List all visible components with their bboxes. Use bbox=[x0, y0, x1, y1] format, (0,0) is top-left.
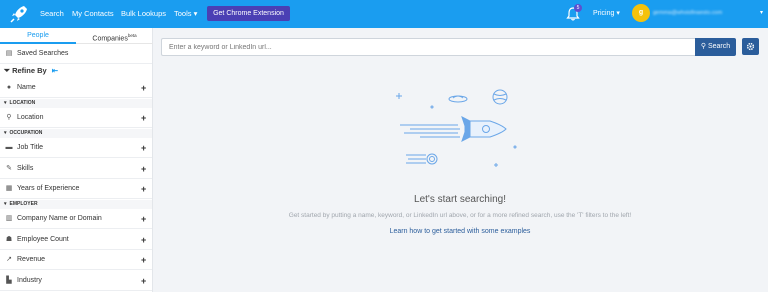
building-icon: ▥ bbox=[5, 215, 13, 222]
search-button-label: Search bbox=[707, 43, 731, 50]
filter-icon: ⏷ bbox=[4, 66, 10, 75]
chevron-down-icon: ▾ bbox=[616, 10, 620, 17]
add-icon[interactable]: + bbox=[141, 250, 146, 270]
add-icon[interactable]: + bbox=[141, 209, 146, 229]
section-employer: ▾ EMPLOYER bbox=[0, 200, 152, 209]
filter-revenue-label: Revenue bbox=[17, 256, 46, 263]
search-box bbox=[161, 38, 695, 56]
search-button[interactable]: ⚲ Search bbox=[695, 38, 736, 56]
collapse-sidebar-icon[interactable]: ⇤ bbox=[52, 66, 58, 75]
pricing-menu[interactable]: Pricing ▾ bbox=[593, 0, 620, 28]
nav-my-contacts-link[interactable]: My Contacts bbox=[72, 0, 114, 28]
filter-job-title[interactable]: ▬ Job Title + bbox=[0, 138, 152, 158]
learn-examples-link[interactable]: Learn how to get started with some examp… bbox=[300, 228, 620, 235]
search-icon: ⚲ bbox=[700, 43, 706, 50]
add-icon[interactable]: + bbox=[141, 78, 146, 98]
empty-state-subtitle: Get started by putting a name, keyword, … bbox=[288, 212, 632, 219]
industry-icon: ▙ bbox=[6, 277, 12, 284]
add-icon[interactable]: + bbox=[141, 271, 146, 291]
filter-years-experience[interactable]: ▦ Years of Experience + bbox=[0, 179, 152, 199]
filter-sidebar: People Companiesbeta ▤ Saved Searches ⏷ … bbox=[0, 28, 153, 292]
filter-location-label: Location bbox=[17, 114, 44, 121]
rocket-illustration bbox=[396, 89, 517, 167]
users-icon: ☗ bbox=[5, 236, 13, 243]
person-icon: ● bbox=[6, 84, 12, 91]
section-location-label: LOCATION bbox=[9, 100, 36, 106]
filter-name[interactable]: ● Name + bbox=[0, 78, 152, 98]
gear-icon bbox=[746, 42, 755, 51]
section-occupation: ▾ OCCUPATION bbox=[0, 129, 152, 138]
saved-searches-item[interactable]: ▤ Saved Searches bbox=[0, 44, 152, 64]
empty-state-title: Let's start searching! bbox=[414, 194, 506, 205]
filter-industry[interactable]: ▙ Industry + bbox=[0, 271, 152, 291]
user-avatar[interactable]: g bbox=[632, 4, 650, 22]
add-icon[interactable]: + bbox=[141, 159, 146, 179]
filter-job-title-label: Job Title bbox=[17, 144, 44, 151]
filter-years-experience-label: Years of Experience bbox=[17, 185, 80, 192]
user-email[interactable]: gemma@whoisfinaesto.com bbox=[653, 10, 759, 18]
beta-badge: beta bbox=[127, 33, 137, 38]
filter-industry-label: Industry bbox=[17, 277, 42, 284]
top-navbar: Search My Contacts Bulk Lookups Tools ▾ … bbox=[0, 0, 768, 28]
nav-bulk-lookups-link[interactable]: Bulk Lookups bbox=[121, 0, 166, 28]
nav-tools-label: Tools bbox=[174, 9, 192, 18]
add-icon[interactable]: + bbox=[141, 138, 146, 158]
filter-employee-count[interactable]: ☗ Employee Count + bbox=[0, 230, 152, 250]
avatar-initial: g bbox=[638, 9, 644, 16]
pricing-label: Pricing bbox=[593, 10, 615, 17]
add-icon[interactable]: + bbox=[141, 108, 146, 128]
add-icon[interactable]: + bbox=[141, 179, 146, 199]
section-occupation-label: OCCUPATION bbox=[9, 130, 43, 136]
rocket-logo-icon[interactable] bbox=[8, 3, 30, 25]
nav-search-link[interactable]: Search bbox=[40, 0, 64, 28]
filter-skills[interactable]: ✎ Skills + bbox=[0, 159, 152, 179]
caret-down-icon: ▾ bbox=[4, 201, 7, 207]
filter-company-label: Company Name or Domain bbox=[17, 215, 102, 222]
filter-company[interactable]: ▥ Company Name or Domain + bbox=[0, 209, 152, 229]
tab-people[interactable]: People bbox=[0, 28, 76, 44]
map-pin-icon: ⚲ bbox=[6, 114, 12, 121]
chevron-down-icon[interactable]: ▾ bbox=[760, 9, 763, 16]
section-employer-label: EMPLOYER bbox=[9, 201, 38, 207]
section-location: ▾ LOCATION bbox=[0, 99, 152, 108]
saved-searches-icon: ▤ bbox=[5, 50, 13, 57]
chevron-down-icon: ▾ bbox=[193, 9, 198, 18]
filter-name-label: Name bbox=[17, 84, 36, 91]
refine-by-heading: ⏷ Refine By ⇤ bbox=[4, 66, 58, 76]
caret-down-icon: ▾ bbox=[4, 100, 7, 106]
caret-down-icon: ▾ bbox=[4, 130, 7, 136]
nav-tools-menu[interactable]: Tools ▾ bbox=[174, 0, 197, 28]
tab-companies-label: Companies bbox=[92, 35, 128, 43]
search-settings-button[interactable] bbox=[742, 38, 759, 55]
saved-searches-label: Saved Searches bbox=[17, 50, 69, 57]
search-input[interactable] bbox=[162, 39, 694, 55]
add-icon[interactable]: + bbox=[141, 230, 146, 250]
get-chrome-extension-button[interactable]: Get Chrome Extension bbox=[207, 6, 290, 21]
filter-skills-label: Skills bbox=[17, 165, 34, 172]
filter-location[interactable]: ⚲ Location + bbox=[0, 108, 152, 128]
calendar-icon: ▦ bbox=[5, 185, 13, 192]
line-chart-icon: ↗ bbox=[6, 256, 12, 263]
filter-employee-count-label: Employee Count bbox=[17, 236, 69, 243]
wrench-icon: ✎ bbox=[6, 165, 12, 172]
filter-revenue[interactable]: ↗ Revenue + bbox=[0, 250, 152, 270]
notification-count-badge: 5 bbox=[574, 4, 582, 12]
briefcase-icon: ▬ bbox=[5, 144, 13, 151]
refine-by-label: Refine By bbox=[12, 66, 47, 75]
tab-companies[interactable]: Companiesbeta bbox=[76, 28, 153, 44]
